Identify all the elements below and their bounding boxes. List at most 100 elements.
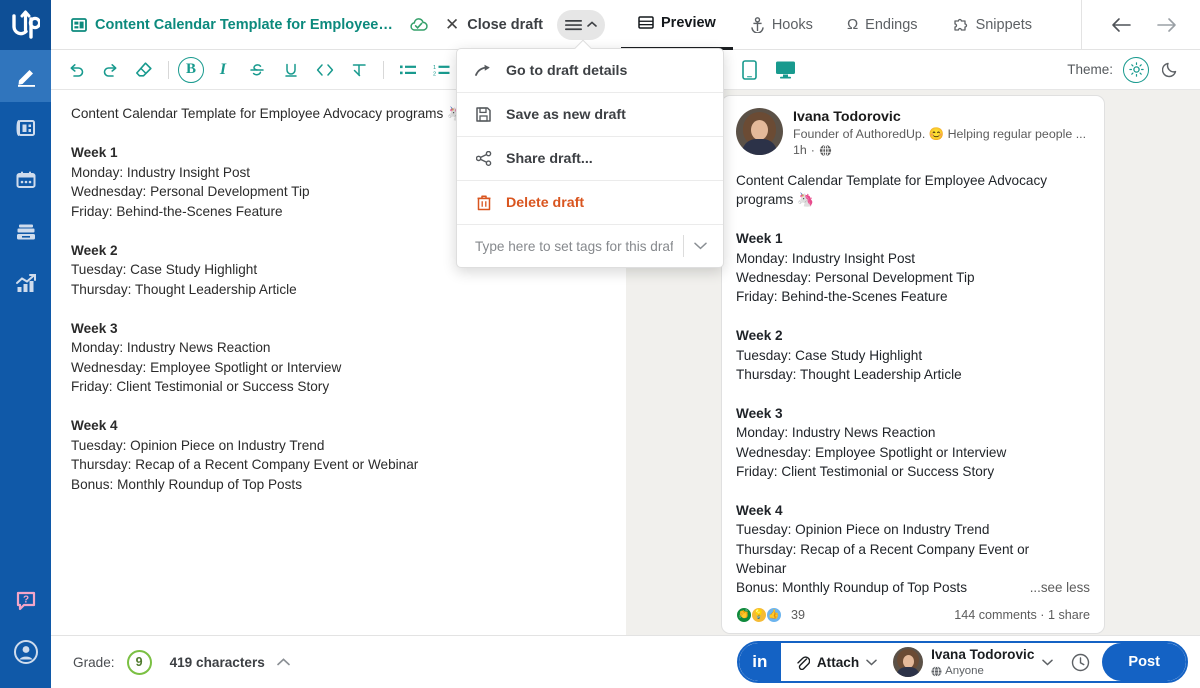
moon-icon — [1162, 61, 1179, 78]
bold-button[interactable]: B — [178, 57, 204, 83]
theme-switcher: Theme: — [1067, 57, 1182, 83]
visibility-label: Anyone — [945, 664, 984, 678]
menu-label: Share draft... — [506, 151, 593, 167]
close-icon[interactable]: ✕ — [445, 16, 459, 33]
post-line — [736, 384, 1090, 403]
post-line: Monday: Industry News Reaction — [736, 423, 1090, 442]
post-line: Content Calendar Template for Employee A… — [736, 171, 1090, 190]
post-author-header: Ivana Todorovic Founder of AuthoredUp. 😊… — [736, 108, 1090, 157]
sidebar-item-account[interactable] — [0, 626, 51, 678]
top-bar: Content Calendar Template for Employee A… — [51, 0, 1200, 50]
numbered-list-button[interactable]: 1 2 — [427, 55, 457, 85]
comments-shares[interactable]: 144 comments · 1 share — [954, 608, 1090, 622]
linkedin-post-preview: Ivana Todorovic Founder of AuthoredUp. 😊… — [721, 95, 1105, 634]
sidebar-item-editor[interactable] — [0, 50, 51, 102]
underline-button[interactable] — [276, 55, 306, 85]
arrow-right-icon — [1156, 16, 1178, 34]
editor-line: Thursday: Recap of a Recent Company Even… — [71, 455, 606, 475]
menu-item-share-draft[interactable]: Share draft... — [457, 137, 723, 181]
toolbar-divider-2 — [383, 61, 384, 79]
svg-text:2: 2 — [433, 71, 436, 77]
hamburger-icon — [565, 19, 582, 31]
publish-author-name: Ivana Todorovic — [931, 647, 1034, 662]
mobile-preview-button[interactable] — [734, 55, 764, 85]
theme-dark-button[interactable] — [1159, 58, 1182, 81]
nav-forward-button[interactable] — [1156, 16, 1178, 34]
sidebar-item-inbox[interactable] — [0, 206, 51, 258]
post-stats: 👏 💡 👍 39 144 comments · 1 share — [736, 607, 1090, 623]
editor-line: Thursday: Thought Leadership Article — [71, 280, 606, 300]
draft-title[interactable]: Content Calendar Template for Employee A… — [95, 17, 395, 33]
post-line: Week 1 — [736, 229, 1090, 248]
editor-line: Monday: Industry News Reaction — [71, 338, 606, 358]
editor-line — [71, 397, 606, 417]
redo-button[interactable] — [95, 55, 125, 85]
reaction-like-icon: 👍 — [766, 607, 782, 623]
chevron-down-icon[interactable] — [694, 242, 715, 250]
reaction-support-icon: 👏 — [736, 607, 752, 623]
post-meta: 1h · — [793, 143, 1086, 157]
sidebar-item-templates[interactable] — [0, 102, 51, 154]
chevron-up-icon — [587, 21, 597, 28]
theme-light-button[interactable] — [1123, 57, 1149, 83]
editor-line: Week 4 — [71, 416, 606, 436]
schedule-button[interactable] — [1059, 653, 1102, 672]
post-line: Wednesday: Employee Spotlight or Intervi… — [736, 443, 1090, 462]
editor-line — [71, 299, 606, 319]
globe-icon-small — [931, 666, 942, 677]
post-line — [736, 210, 1090, 229]
tab-snippets-label: Snippets — [976, 17, 1032, 33]
underline-icon — [283, 62, 299, 78]
post-author-selector[interactable]: Ivana Todorovic Anyone — [889, 646, 1059, 678]
menu-item-delete-draft[interactable]: Delete draft — [457, 181, 723, 225]
sidebar-item-calendar[interactable] — [0, 154, 51, 206]
menu-label: Save as new draft — [506, 107, 626, 123]
bulleted-list-button[interactable] — [393, 55, 423, 85]
tab-preview[interactable]: Preview — [621, 0, 733, 50]
tab-preview-label: Preview — [661, 15, 716, 31]
post-line: Week 2 — [736, 326, 1090, 345]
post-button[interactable]: Post — [1102, 643, 1186, 681]
post-last-line: Bonus: Monthly Roundup of Top Posts — [736, 578, 967, 597]
close-draft-button[interactable]: Close draft — [467, 17, 543, 33]
desktop-preview-button[interactable] — [770, 55, 800, 85]
pencil-icon — [14, 64, 38, 88]
draft-menu-button[interactable] — [557, 10, 605, 40]
document-icon — [71, 17, 87, 33]
draft-tags-input[interactable] — [475, 239, 673, 254]
menu-item-save-as-new-draft[interactable]: Save as new draft — [457, 93, 723, 137]
undo-button[interactable] — [61, 55, 91, 85]
undo-icon — [68, 62, 85, 78]
redo-icon — [102, 62, 119, 78]
svg-text:?: ? — [22, 595, 28, 606]
linkedin-badge[interactable]: in — [739, 643, 781, 681]
desktop-icon — [775, 60, 796, 79]
sidebar-item-analytics[interactable] — [0, 258, 51, 310]
bulleted-list-icon — [399, 63, 417, 77]
strikethrough-button[interactable] — [242, 55, 272, 85]
menu-item-go-to-draft-details[interactable]: Go to draft details — [457, 49, 723, 93]
tab-snippets[interactable]: Snippets — [935, 0, 1049, 50]
post-reactions[interactable]: 👏 💡 👍 39 — [736, 607, 805, 623]
app-logo[interactable] — [0, 0, 51, 50]
app-root: ? Content Calendar Template for Employee… — [0, 0, 1200, 688]
code-button[interactable] — [310, 55, 340, 85]
post-line: Webinar — [736, 559, 1090, 578]
remove-format-button[interactable] — [344, 55, 374, 85]
sidebar-item-help[interactable]: ? — [0, 574, 51, 626]
character-count[interactable]: 419 characters — [170, 655, 265, 670]
grade-value[interactable]: 9 — [127, 650, 152, 675]
nav-back-button[interactable] — [1110, 16, 1132, 34]
left-sidebar: ? — [0, 0, 51, 688]
tab-hooks[interactable]: Hooks — [733, 0, 830, 50]
draft-dropdown-menu: Go to draft details Save as new draft — [456, 48, 724, 268]
attach-button[interactable]: Attach — [781, 654, 889, 670]
clear-formatting-button[interactable] — [129, 55, 159, 85]
see-less-link[interactable]: ...see less — [1030, 578, 1090, 597]
sun-icon — [1129, 62, 1144, 77]
editor-line: Week 3 — [71, 319, 606, 339]
editor-line: Wednesday: Employee Spotlight or Intervi… — [71, 358, 606, 378]
tab-endings[interactable]: Ω Endings — [830, 0, 935, 50]
italic-button[interactable]: I — [208, 55, 238, 85]
stats-expand-caret-icon[interactable] — [277, 658, 290, 666]
